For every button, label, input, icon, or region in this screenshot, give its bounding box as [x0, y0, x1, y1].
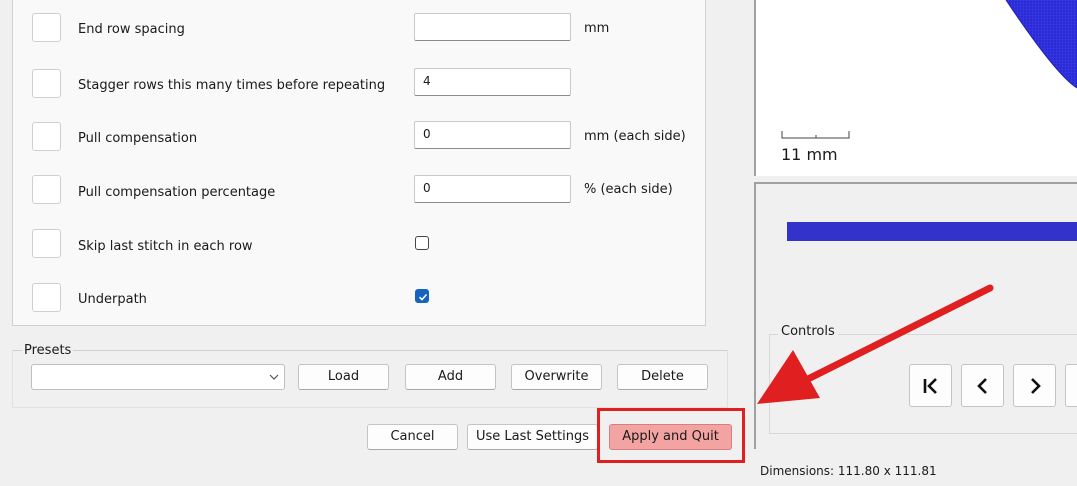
param-label: End row spacing: [78, 22, 185, 37]
cancel-button[interactable]: Cancel: [367, 424, 458, 450]
play-button[interactable]: [1065, 364, 1077, 407]
skip-last-stitch-checkbox[interactable]: [415, 236, 429, 250]
param-label: Stagger rows this many times before repe…: [78, 78, 386, 93]
stagger-rows-input[interactable]: 4: [414, 68, 571, 96]
param-toggle-end-row-spacing[interactable]: [32, 13, 61, 42]
presets-label: Presets: [22, 343, 74, 358]
dimensions-status: Dimensions: 111.80 x 111.81: [760, 464, 937, 478]
add-preset-button[interactable]: Add: [405, 364, 496, 390]
scale-bar: [781, 131, 850, 139]
pull-compensation-percentage-input[interactable]: 0: [414, 175, 571, 203]
pull-compensation-input[interactable]: 0: [414, 121, 571, 149]
param-toggle-pull-compensation-percentage[interactable]: [32, 175, 61, 204]
presets-dropdown[interactable]: [31, 364, 285, 390]
param-label: Pull compensation percentage: [78, 185, 276, 200]
param-toggle-skip-last-stitch[interactable]: [32, 229, 61, 258]
overwrite-preset-button[interactable]: Overwrite: [511, 364, 602, 390]
stitch-progress-bar: [787, 222, 1077, 241]
param-label: Skip last stitch in each row: [78, 239, 253, 254]
chevron-down-icon: [269, 374, 279, 380]
check-icon: [418, 293, 428, 301]
param-toggle-stagger-rows[interactable]: [32, 69, 61, 98]
scale-label: 11 mm: [781, 145, 838, 164]
param-toggle-underpath[interactable]: [32, 283, 61, 312]
load-preset-button[interactable]: Load: [298, 364, 389, 390]
delete-preset-button[interactable]: Delete: [617, 364, 708, 390]
param-toggle-pull-compensation[interactable]: [32, 122, 61, 151]
settings-panel: [12, 0, 706, 326]
annotation-arrow: [757, 284, 994, 404]
unit-label: % (each side): [584, 182, 673, 197]
unit-label: mm: [584, 21, 610, 36]
param-label: Pull compensation: [78, 131, 198, 146]
stitch-preview-canvas[interactable]: 11 mm: [754, 0, 1077, 176]
underpath-checkbox[interactable]: [415, 289, 429, 303]
next-icon: [1030, 378, 1041, 394]
annotation-highlight-box: [597, 408, 745, 463]
settings-scrollbar[interactable]: [706, 0, 730, 326]
unit-label: mm (each side): [584, 129, 686, 144]
use-last-settings-button[interactable]: Use Last Settings: [467, 424, 598, 450]
next-stitch-button[interactable]: [1013, 364, 1056, 407]
end-row-spacing-input[interactable]: [414, 13, 571, 41]
param-label: Underpath: [78, 292, 147, 307]
